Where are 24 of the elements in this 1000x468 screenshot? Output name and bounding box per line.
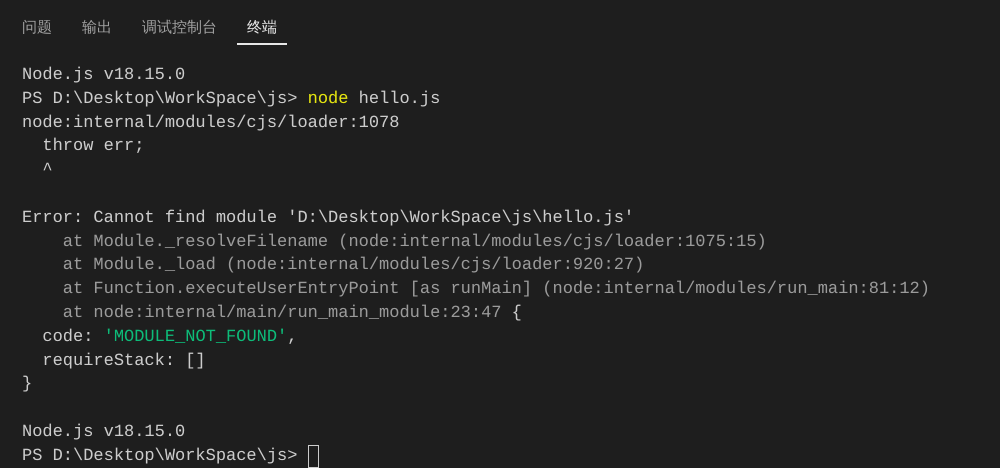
terminal-text: Node.js v18.15.0 [22, 422, 186, 444]
stack-trace-text: at Function.executeUserEntryPoint [as runMain] (node:internal/modules/run_main:81:12) [62, 279, 930, 302]
stack-trace-text: at Module._resolveFilename (node:internal/modules/cjs/loader:1075:15) [62, 232, 767, 254]
terminal-text: { [510, 302, 522, 325]
stack-trace-text: at node:internal/main/run_main_module:23:47 [62, 302, 502, 325]
panel-tab[interactable]: 问题 [12, 13, 62, 45]
terminal-text: code: [41, 326, 94, 349]
terminal-text: Error: Cannot find module 'D:\Desktop\WorkSpace\js\hello.js' [22, 208, 634, 230]
panel-tab[interactable]: 终端 [237, 13, 287, 45]
panel-tab[interactable]: 调试控制台 [132, 13, 227, 45]
string-literal: 'MODULE_NOT_FOUND' [104, 326, 288, 349]
terminal-text: hello.js [358, 88, 440, 111]
terminal-text: } [22, 374, 32, 396]
terminal-text: throw err; [41, 136, 144, 158]
terminal-text: Node.js v18.15.0 [22, 65, 186, 87]
terminal-text: node:internal/modules/cjs/loader:1078 [22, 112, 400, 135]
command-text: node [308, 88, 348, 111]
terminal-text: , [287, 326, 298, 349]
terminal-text: PS D:\Desktop\WorkSpace\js> [22, 88, 298, 111]
terminal-text: ^ [41, 160, 53, 182]
terminal-text: requireStack: [] [41, 350, 206, 373]
terminal-text: PS D:\Desktop\WorkSpace\js> [22, 446, 298, 468]
panel-tab[interactable]: 输出 [72, 13, 122, 45]
stack-trace-text: at Module._load (node:internal/modules/cjs/loader:920:27) [62, 255, 644, 278]
